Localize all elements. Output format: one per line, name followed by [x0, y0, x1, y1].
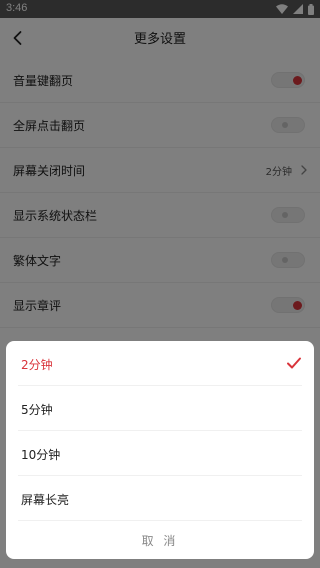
option-label: 5分钟	[21, 403, 53, 417]
option-always-on[interactable]: 屏幕长亮	[18, 476, 302, 521]
screen-timeout-sheet: 2分钟 5分钟 10分钟 屏幕长亮 取 消	[6, 341, 314, 559]
option-2-minutes[interactable]: 2分钟	[18, 341, 302, 386]
option-10-minutes[interactable]: 10分钟	[18, 431, 302, 476]
option-5-minutes[interactable]: 5分钟	[18, 386, 302, 431]
cancel-button[interactable]: 取 消	[6, 524, 314, 559]
check-icon	[287, 357, 301, 369]
option-label: 屏幕长亮	[21, 493, 70, 507]
option-label: 2分钟	[21, 358, 53, 372]
option-label: 10分钟	[21, 448, 61, 462]
